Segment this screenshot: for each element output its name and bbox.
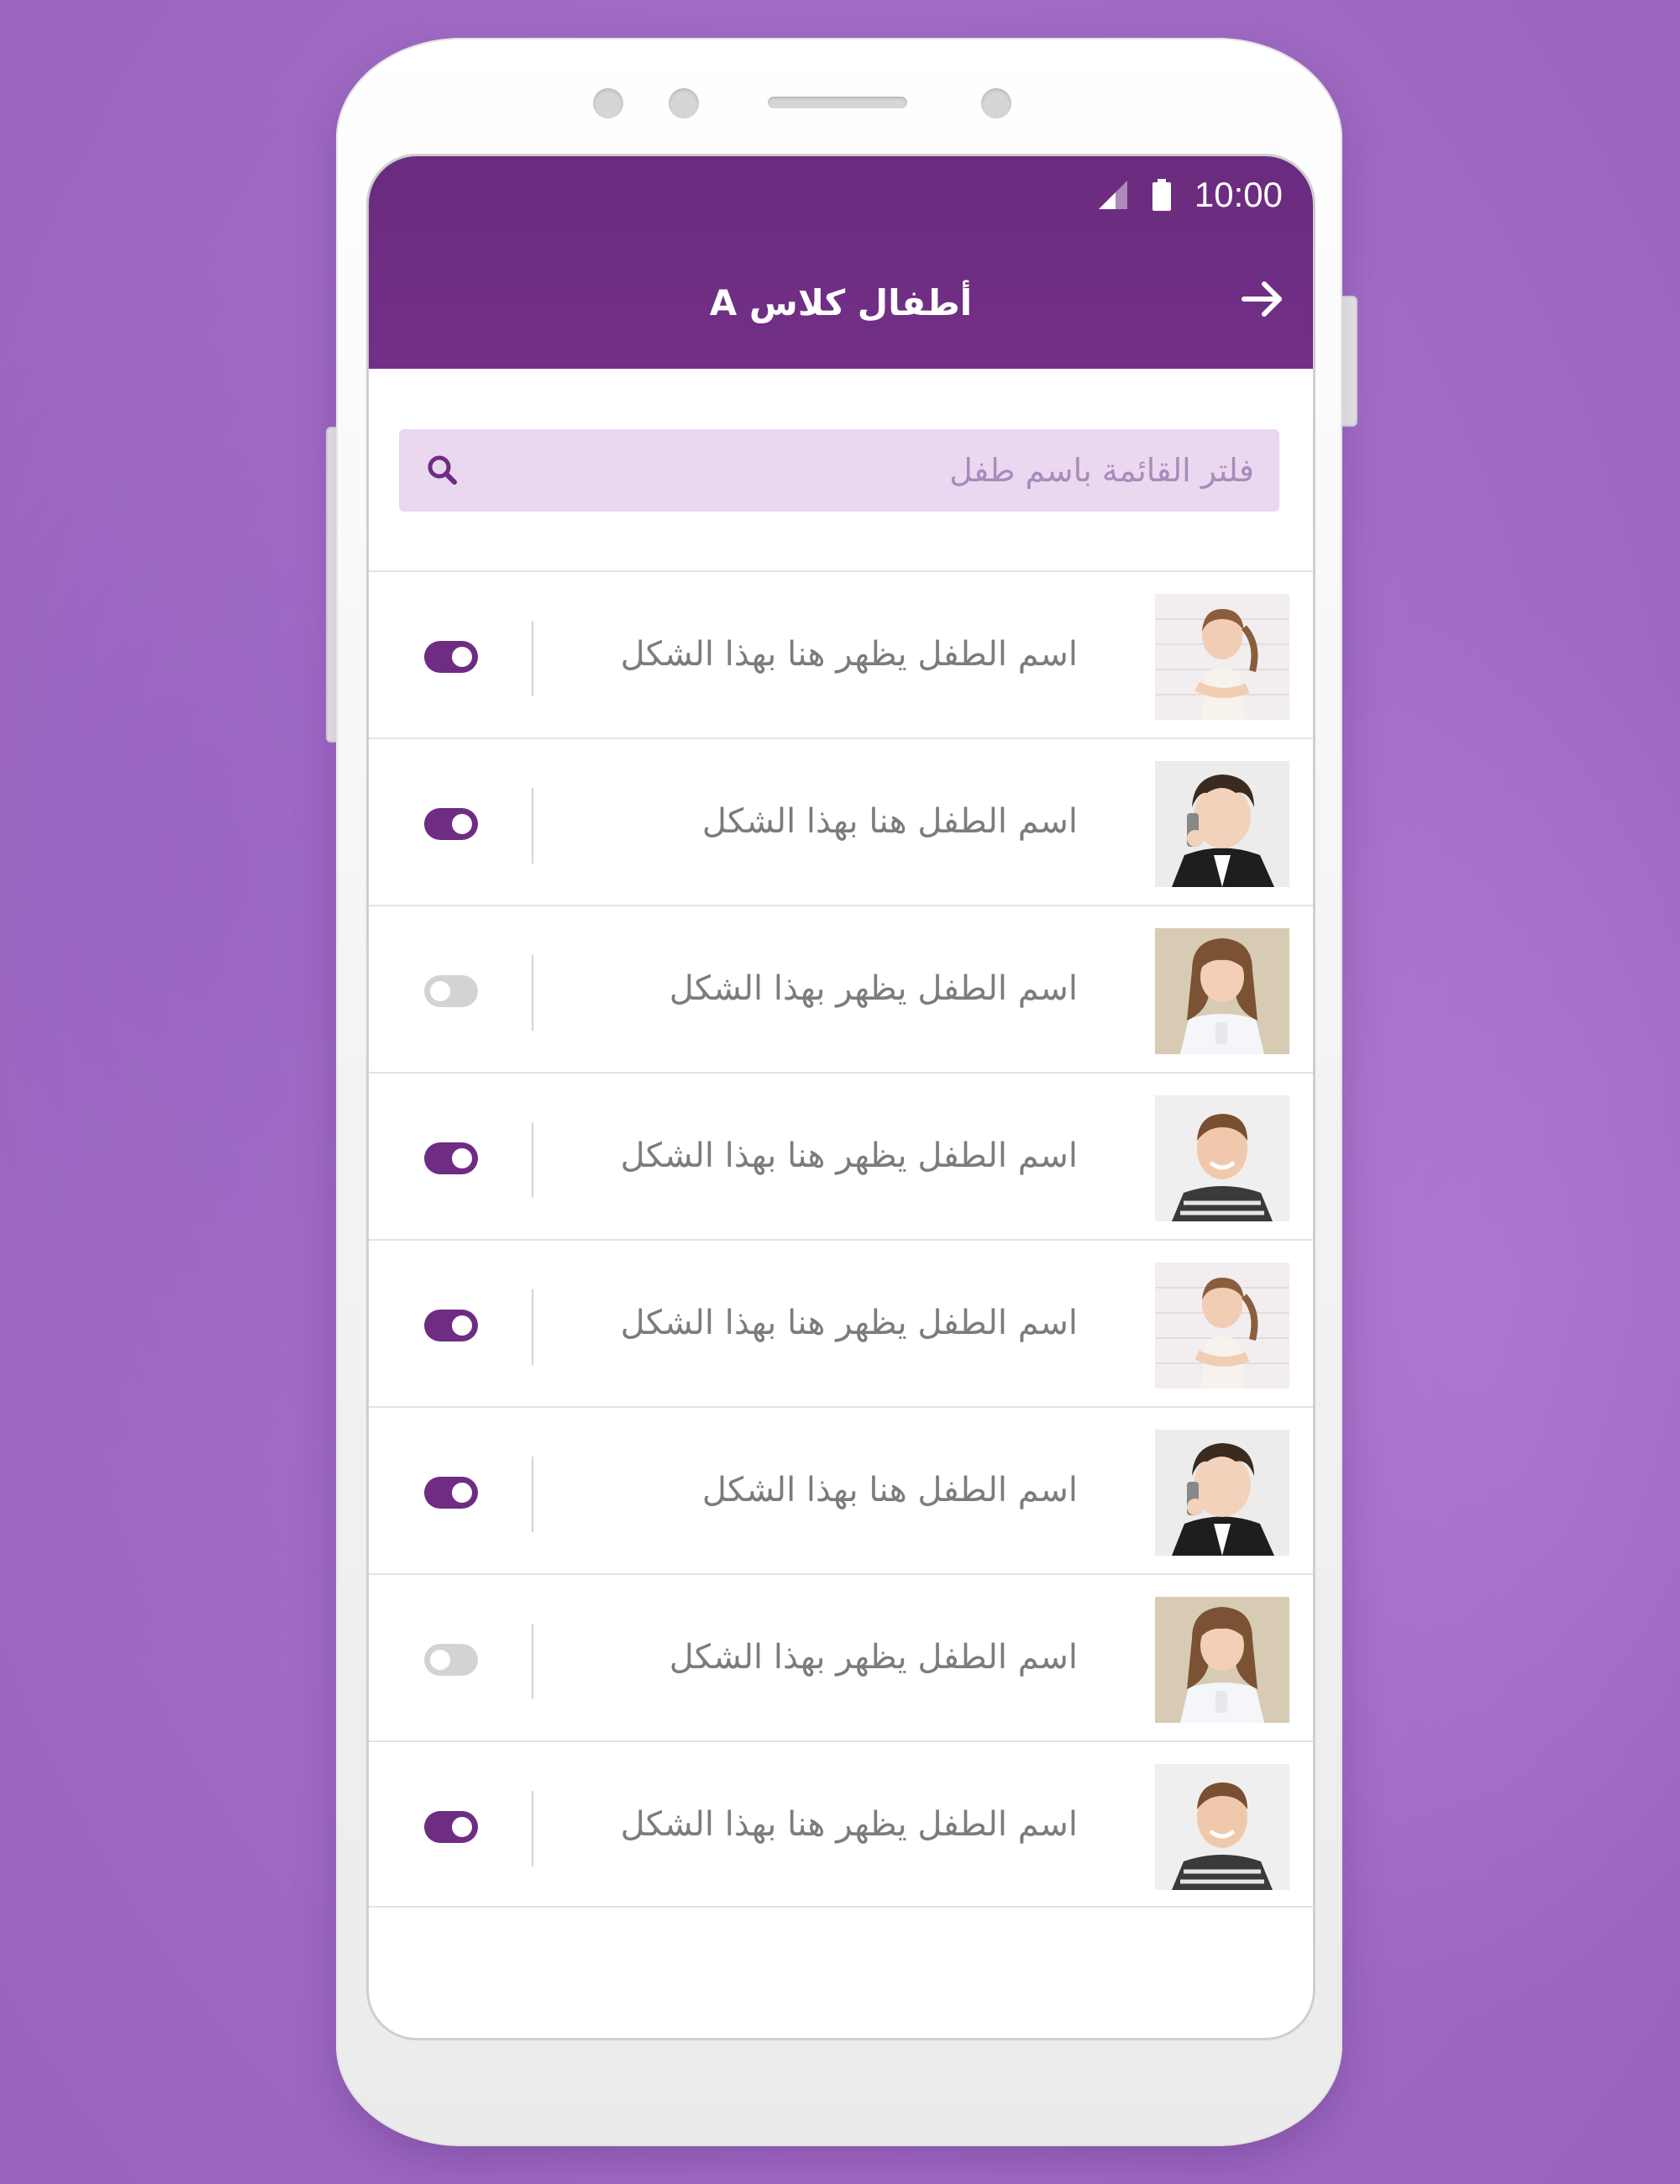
attendance-toggle[interactable] — [424, 641, 478, 673]
child-name: اسم الطفل هنا بهذا الشكل — [701, 802, 1078, 841]
phone-screen: 10:00 أطفال كلاس A اسم الطفل يظهر هنا به… — [366, 154, 1315, 2040]
attendance-toggle[interactable] — [424, 1811, 478, 1843]
toggle-knob — [452, 1483, 472, 1503]
list-item[interactable]: اسم الطفل يظهر هنا بهذا الشكل — [369, 570, 1313, 738]
child-photo — [1155, 1430, 1289, 1556]
divider — [532, 1457, 533, 1532]
divider — [532, 1624, 533, 1699]
status-bar: 10:00 — [1097, 170, 1283, 220]
attendance-toggle[interactable] — [424, 1477, 478, 1509]
list-item[interactable]: اسم الطفل يظهر بهذا الشكل — [369, 905, 1313, 1072]
toggle-knob — [452, 1315, 472, 1336]
power-button — [1341, 296, 1357, 427]
child-name: اسم الطفل يظهر بهذا الشكل — [669, 969, 1078, 1008]
toggle-knob — [452, 647, 472, 667]
child-name: اسم الطفل يظهر هنا بهذا الشكل — [620, 1137, 1078, 1175]
divider — [532, 1122, 533, 1198]
child-photo — [1155, 1764, 1289, 1890]
attendance-toggle[interactable] — [424, 808, 478, 840]
child-name: اسم الطفل يظهر هنا بهذا الشكل — [620, 1805, 1078, 1844]
toggle-knob — [452, 814, 472, 834]
search-icon[interactable] — [424, 452, 461, 489]
children-list: اسم الطفل يظهر هنا بهذا الشكل اسم الطفل … — [369, 570, 1313, 1908]
arrow-right-icon[interactable] — [1237, 274, 1288, 324]
toggle-knob — [430, 981, 450, 1001]
toggle-knob — [452, 1817, 472, 1837]
earpiece-speaker — [768, 97, 907, 108]
attendance-toggle[interactable] — [424, 1142, 478, 1174]
list-item[interactable]: اسم الطفل يظهر هنا بهذا الشكل — [369, 1740, 1313, 1908]
divider — [532, 1289, 533, 1365]
divider — [532, 955, 533, 1031]
attendance-toggle[interactable] — [424, 1310, 478, 1341]
app-bar: 10:00 أطفال كلاس A — [369, 156, 1313, 369]
battery-icon — [1152, 179, 1171, 211]
child-photo — [1155, 1263, 1289, 1389]
child-name: اسم الطفل يظهر هنا بهذا الشكل — [620, 635, 1078, 674]
toggle-knob — [430, 1650, 450, 1670]
page-title: أطفال كلاس A — [709, 282, 973, 323]
child-photo — [1155, 594, 1289, 720]
front-sensor — [593, 88, 623, 118]
child-name: اسم الطفل يظهر بهذا الشكل — [669, 1638, 1078, 1677]
attendance-toggle[interactable] — [424, 1644, 478, 1676]
child-photo — [1155, 1597, 1289, 1723]
child-name: اسم الطفل يظهر هنا بهذا الشكل — [620, 1304, 1078, 1342]
child-name: اسم الطفل هنا بهذا الشكل — [701, 1471, 1078, 1509]
list-item[interactable]: اسم الطفل هنا بهذا الشكل — [369, 738, 1313, 905]
attendance-toggle[interactable] — [424, 975, 478, 1007]
divider — [532, 1791, 533, 1866]
front-camera — [669, 88, 699, 118]
divider — [532, 621, 533, 696]
status-time: 10:00 — [1194, 175, 1283, 214]
list-item[interactable]: اسم الطفل يظهر بهذا الشكل — [369, 1573, 1313, 1740]
search-input[interactable] — [461, 429, 1279, 512]
search-bar — [399, 429, 1279, 512]
signal-icon — [1098, 181, 1127, 209]
child-photo — [1155, 928, 1289, 1054]
child-photo — [1155, 1095, 1289, 1221]
proximity-sensor — [981, 88, 1011, 118]
child-photo — [1155, 761, 1289, 887]
list-item[interactable]: اسم الطفل هنا بهذا الشكل — [369, 1406, 1313, 1573]
list-item[interactable]: اسم الطفل يظهر هنا بهذا الشكل — [369, 1072, 1313, 1239]
toggle-knob — [452, 1148, 472, 1168]
divider — [532, 788, 533, 864]
list-item[interactable]: اسم الطفل يظهر هنا بهذا الشكل — [369, 1239, 1313, 1406]
